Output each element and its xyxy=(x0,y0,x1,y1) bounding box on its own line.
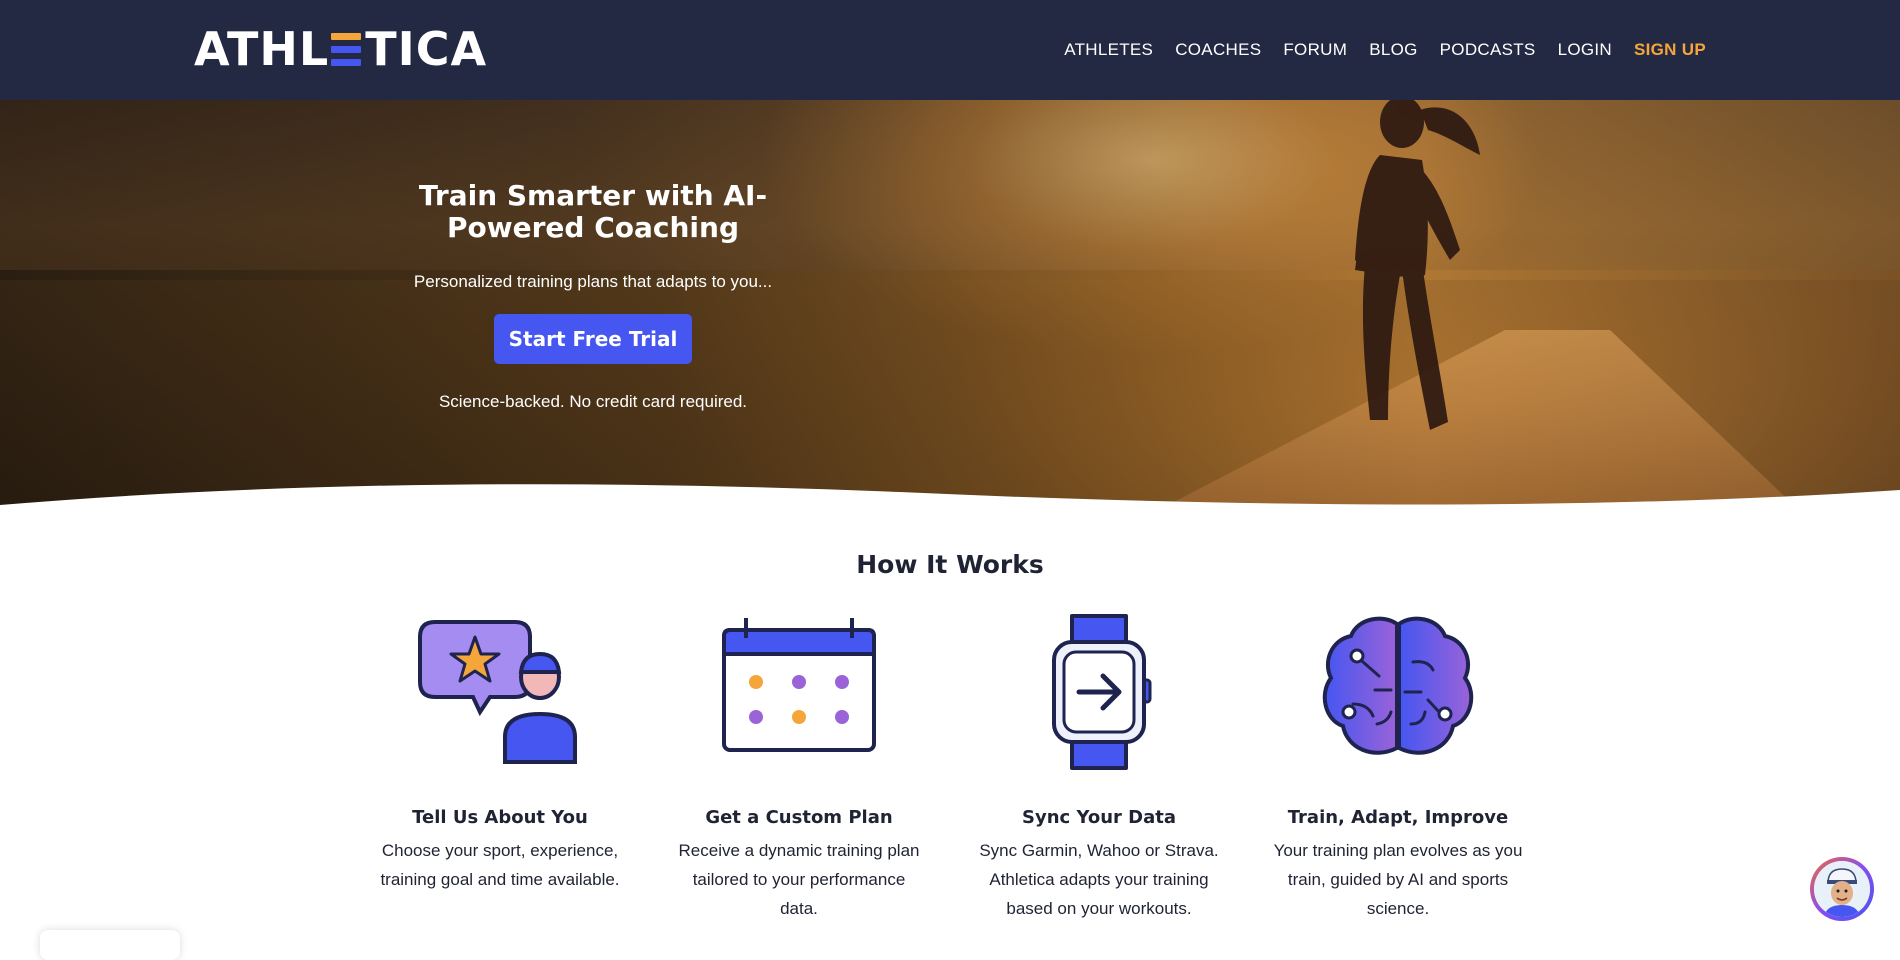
step-description: Receive a dynamic training plan tailored… xyxy=(678,841,920,918)
runner-silhouette-image xyxy=(1355,100,1480,430)
nav-login[interactable]: LOGIN xyxy=(1558,40,1612,60)
site-header: ATHL TICA ATHLETES COACHES FORUM BLOG PO… xyxy=(0,0,1900,100)
step-title: Train, Adapt, Improve xyxy=(1287,807,1509,828)
logo-text-right: TICA xyxy=(365,22,488,76)
hero-content: Train Smarter with AI-Powered Coaching P… xyxy=(363,180,823,412)
bottom-left-tab[interactable] xyxy=(40,930,180,960)
athletica-logo[interactable]: ATHL TICA xyxy=(194,26,487,72)
step-description: Choose your sport, experience, training … xyxy=(380,841,620,889)
nav-signup[interactable]: SIGN UP xyxy=(1634,40,1706,60)
step-description: Sync Garmin, Wahoo or Strava. Athletica … xyxy=(979,841,1219,918)
start-free-trial-button[interactable]: Start Free Trial xyxy=(494,314,692,364)
hero-section: Train Smarter with AI-Powered Coaching P… xyxy=(0,100,1900,520)
step-train-adapt: Train, Adapt, Improve Your training plan… xyxy=(1273,612,1523,923)
step-title: Sync Your Data xyxy=(1022,807,1176,828)
nav-podcasts[interactable]: PODCASTS xyxy=(1440,40,1536,60)
coach-avatar-icon xyxy=(1814,861,1870,917)
smartwatch-icon xyxy=(1052,614,1152,770)
step-tell-us: Tell Us About You Choose your sport, exp… xyxy=(375,612,625,894)
hero-sky xyxy=(0,100,1900,280)
nav-forum[interactable]: FORUM xyxy=(1283,40,1347,60)
hero-title: Train Smarter with AI-Powered Coaching xyxy=(418,179,768,244)
main-nav: ATHLETES COACHES FORUM BLOG PODCASTS LOG… xyxy=(1064,0,1706,100)
hero-subtitle: Personalized training plans that adapts … xyxy=(413,272,773,291)
brain-icon xyxy=(1322,616,1474,755)
hero-note: Science-backed. No credit card required. xyxy=(438,392,748,411)
chat-profile-icon xyxy=(418,620,577,764)
how-it-works-title: How It Works xyxy=(856,550,1044,579)
step-description: Your training plan evolves as you train,… xyxy=(1273,841,1523,918)
nav-blog[interactable]: BLOG xyxy=(1369,40,1417,60)
nav-athletes[interactable]: ATHLETES xyxy=(1064,40,1153,60)
logo-e-mark-icon xyxy=(331,32,362,66)
step-custom-plan: Get a Custom Plan Receive a dynamic trai… xyxy=(674,612,924,923)
step-title: Tell Us About You xyxy=(412,807,588,828)
nav-coaches[interactable]: COACHES xyxy=(1175,40,1261,60)
calendar-icon xyxy=(722,618,876,752)
hero-wave-divider xyxy=(0,484,1900,520)
logo-text-left: ATHL xyxy=(194,22,330,76)
chat-widget-button[interactable] xyxy=(1810,857,1874,921)
step-title: Get a Custom Plan xyxy=(705,807,893,828)
step-sync-data: Sync Your Data Sync Garmin, Wahoo or Str… xyxy=(974,612,1224,923)
